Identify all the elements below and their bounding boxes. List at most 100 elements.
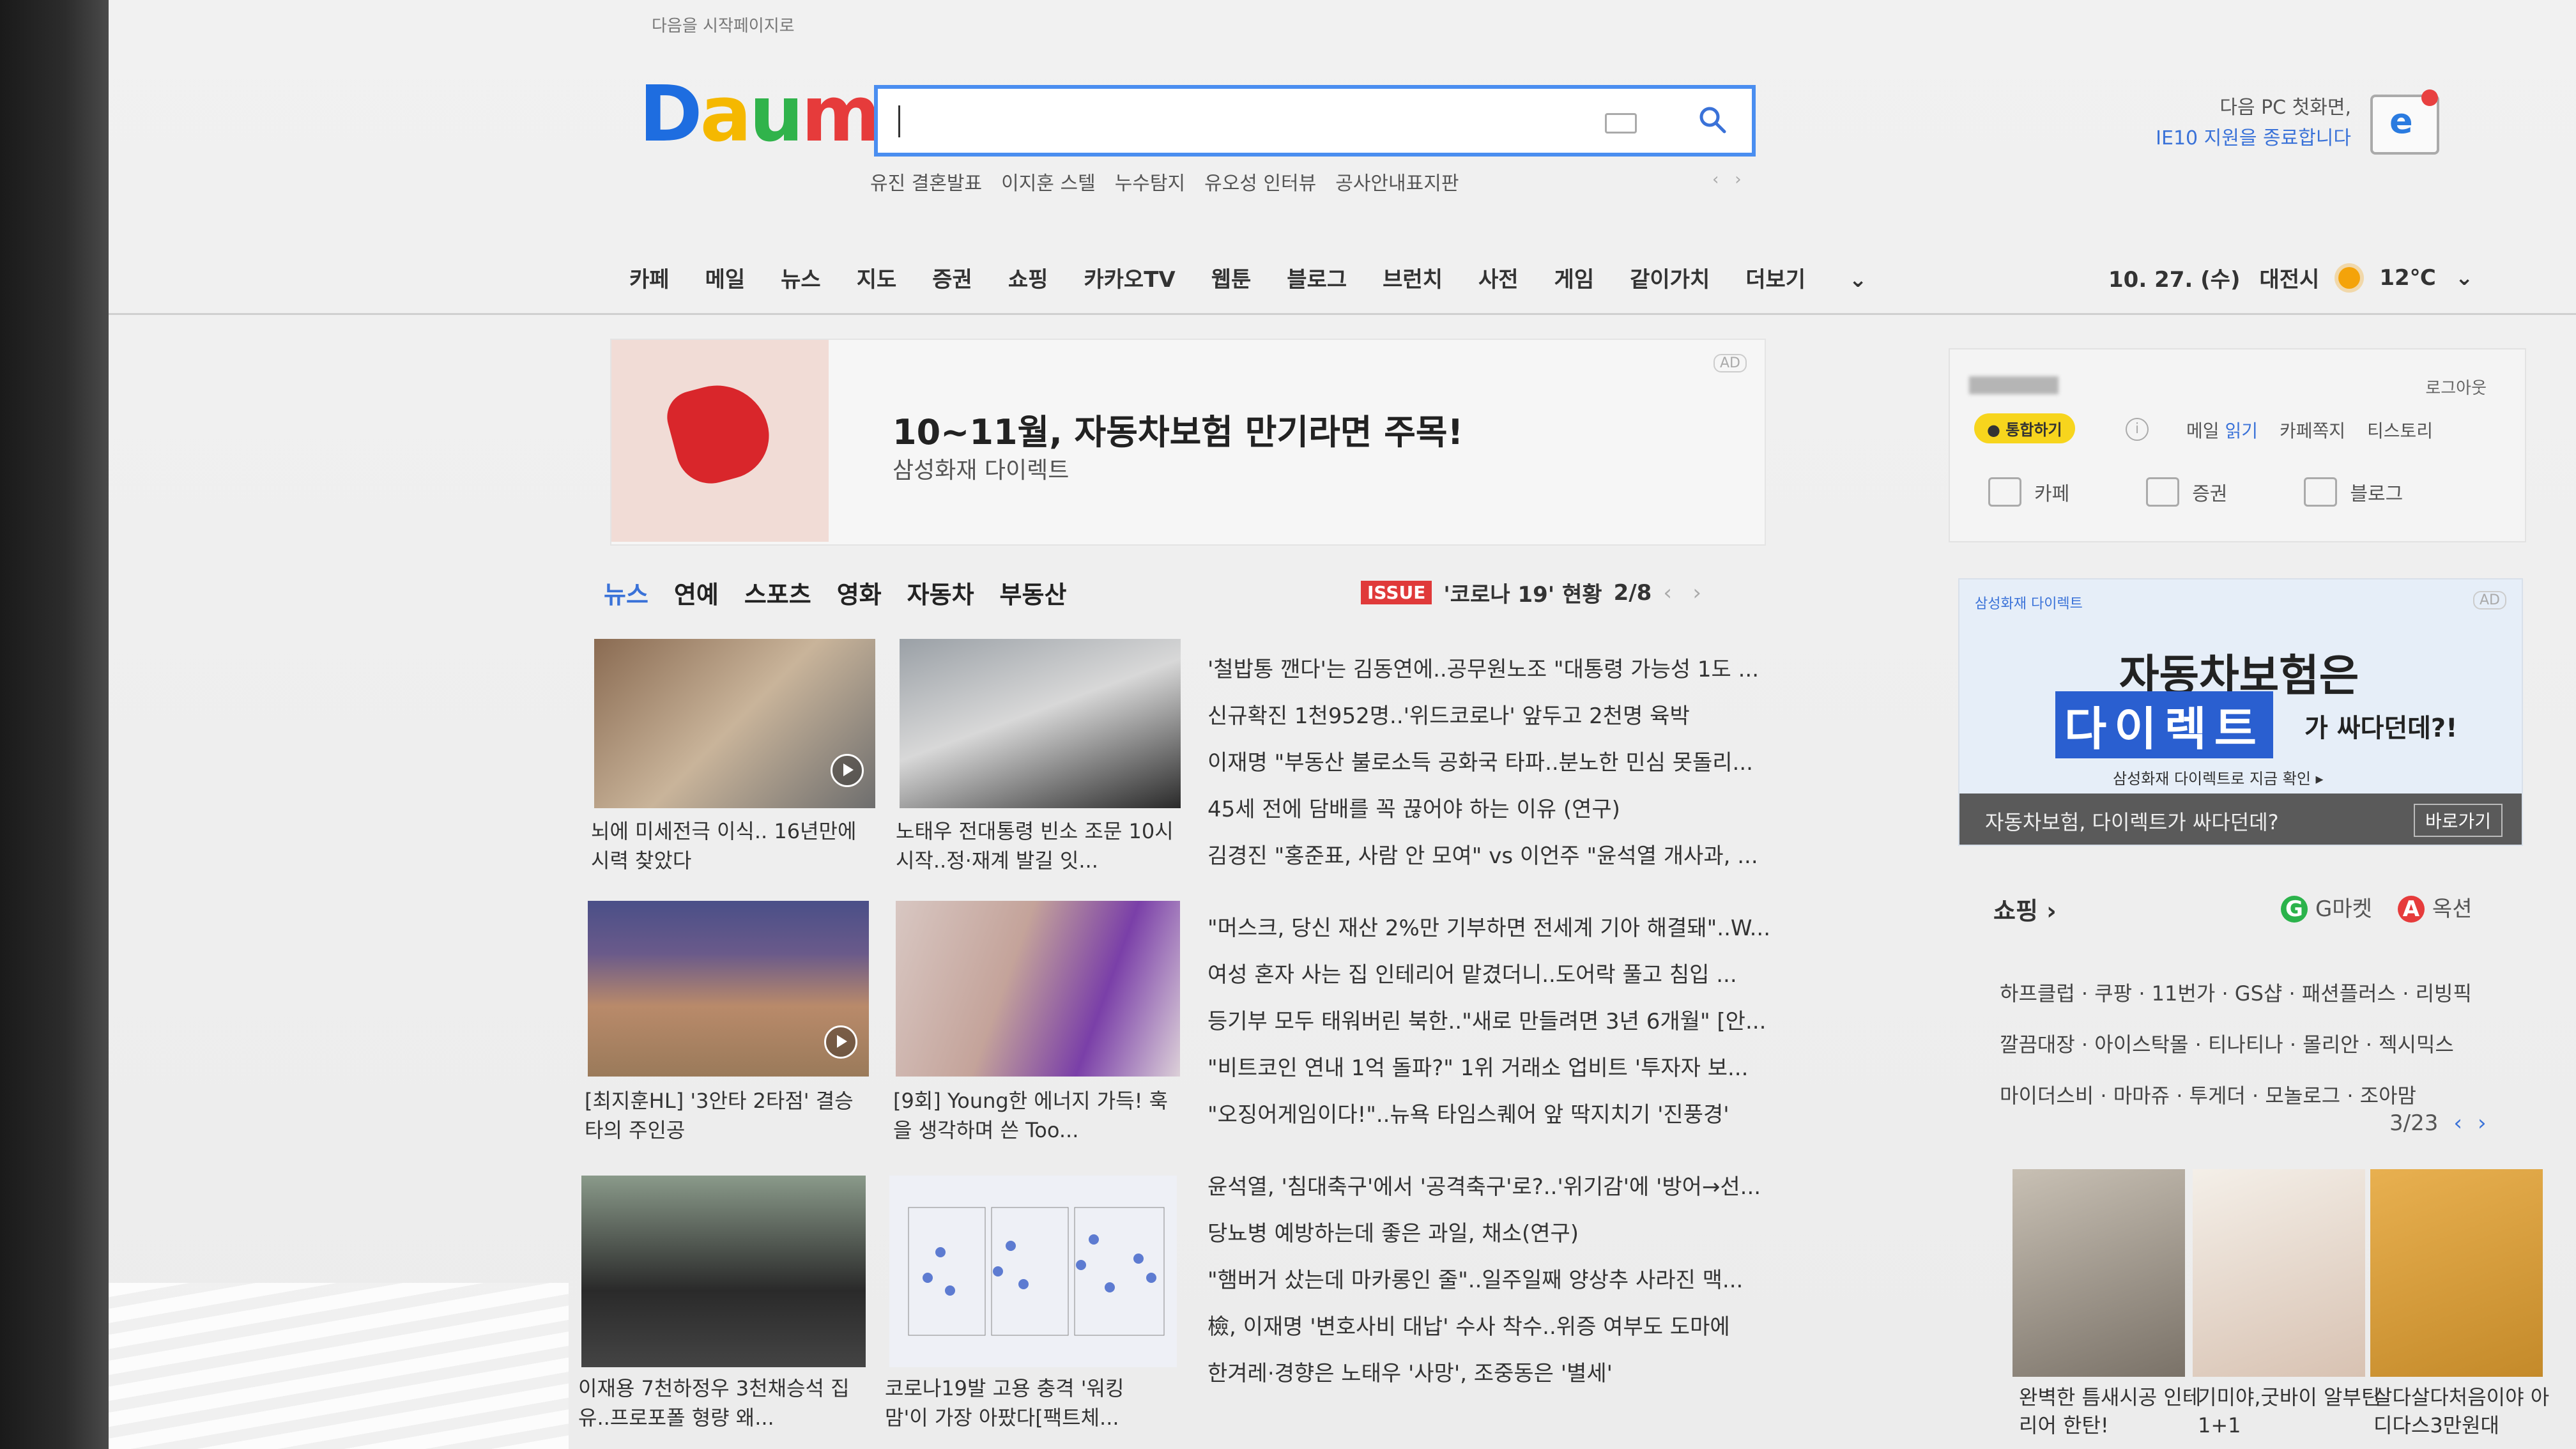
cafe-note-link[interactable]: 카페쪽지: [2280, 417, 2345, 443]
tab-news[interactable]: 뉴스: [604, 575, 648, 610]
gmarket-link[interactable]: G G마켓: [2281, 891, 2372, 923]
top-ad-banner[interactable]: 10~11월, 자동차보험 만기라면 주목! 삼성화재 다이렉트 AD: [610, 339, 1766, 546]
product-caption[interactable]: 살다살다처음이야 아디다스3만원대: [2373, 1383, 2565, 1439]
issue-text[interactable]: '코로나 19' 현황: [1443, 577, 1602, 608]
nav-item-together[interactable]: 같이가치: [1630, 262, 1710, 293]
nav-item-dictionary[interactable]: 사전: [1478, 262, 1519, 293]
news-caption[interactable]: 코로나19발 고용 충격 '워킹맘'이 가장 아팠다[팩트체...: [885, 1374, 1166, 1432]
ie-notice-line2[interactable]: IE10 지원을 종료합니다: [2032, 123, 2351, 154]
headline-item[interactable]: "햄버거 샀는데 마카롱인 줄"..일주일째 양상추 사라진 맥...: [1208, 1262, 1923, 1309]
news-thumbnail[interactable]: [896, 901, 1180, 1077]
headline-item[interactable]: 등기부 모두 태워버린 북한.."새로 만들려면 3년 6개월" [안...: [1208, 1004, 1923, 1050]
product-caption[interactable]: 완벽한 틈새시공 인테리어 한탄!: [2019, 1383, 2211, 1439]
trend-item[interactable]: 유오성 인터뷰: [1204, 167, 1316, 195]
shopping-pager: 3/23 ‹ ›: [2389, 1110, 2487, 1136]
ad-badge: AD: [2473, 591, 2506, 610]
news-thumbnail[interactable]: [588, 901, 869, 1077]
shortcut-cafe[interactable]: 카페: [1988, 477, 2069, 507]
nav-item-kakaotv[interactable]: 카카오TV: [1084, 262, 1175, 293]
issue-arrows[interactable]: ‹ ›: [1663, 580, 1701, 606]
integrate-button[interactable]: ● 통합하기: [1974, 413, 2075, 443]
news-caption[interactable]: 뇌에 미세전극 이식.. 16년만에 시력 찾았다: [591, 816, 872, 875]
product-caption[interactable]: 기미야,굿바이 알부틴 1+1: [2198, 1383, 2389, 1439]
headline-item[interactable]: 한겨레·경향은 노태우 '사망', 조중동은 '별세': [1208, 1356, 1923, 1402]
prev-arrow-icon[interactable]: ‹: [2453, 1110, 2462, 1136]
news-thumbnail[interactable]: [900, 639, 1181, 808]
nav-item-game[interactable]: 게임: [1554, 262, 1595, 293]
ad-go-button[interactable]: 바로가기: [2413, 804, 2503, 837]
tab-entertainment[interactable]: 연예: [674, 575, 719, 610]
keyboard-icon[interactable]: [1605, 113, 1637, 134]
headline-list: '철밥통 깬다'는 김동연에..공무원노조 "대통령 가능성 1도 ... 신규…: [1208, 652, 1923, 1402]
store-line[interactable]: 깔끔대장 · 아이스탁몰 · 티나티나 · 몰리안 · 젝시믹스: [2000, 1019, 2524, 1070]
ie-notice[interactable]: 다음 PC 첫화면, IE10 지원을 종료합니다: [2032, 93, 2351, 154]
shortcut-blog[interactable]: 블로그: [2304, 477, 2403, 507]
nav-item-brunch[interactable]: 브런치: [1383, 262, 1443, 293]
headline-item[interactable]: 당뇨병 예방하는데 좋은 과일, 채소(연구): [1208, 1216, 1923, 1262]
nav-item-news[interactable]: 뉴스: [781, 262, 821, 293]
trend-item[interactable]: 누수탐지: [1115, 167, 1185, 195]
headline-item[interactable]: 윤석열, '침대축구'에서 '공격축구'로?..'위기감'에 '방어→선...: [1208, 1169, 1923, 1216]
news-thumbnail[interactable]: [581, 1176, 866, 1367]
auction-link[interactable]: A 옥션: [2397, 891, 2472, 923]
nav-item-shopping[interactable]: 쇼핑: [1008, 262, 1048, 293]
nav-item-cafe[interactable]: 카페: [629, 262, 670, 293]
headline-item[interactable]: 여성 혼자 사는 집 인테리어 맡겼더니..도어락 풀고 침입 ...: [1208, 957, 1923, 1004]
nav-item-map[interactable]: 지도: [857, 262, 897, 293]
headline-item[interactable]: 신규확진 1천952명..'위드코로나' 앞두고 2천명 육박: [1208, 698, 1923, 745]
daum-logo[interactable]: Daum: [639, 77, 881, 153]
nav-item-mail[interactable]: 메일: [705, 262, 746, 293]
trend-item[interactable]: 유진 결혼발표: [870, 167, 982, 195]
headline-item[interactable]: 이재명 "부동산 불로소득 공화국 타파..분노한 민심 못돌리...: [1208, 745, 1923, 792]
issue-badge: ISSUE: [1361, 581, 1432, 604]
info-icon[interactable]: i: [2126, 418, 2149, 441]
headline-item[interactable]: "비트코인 연내 1억 돌파?" 1위 거래소 업비트 '투자자 보...: [1208, 1050, 1923, 1097]
chart-icon: [2146, 477, 2180, 507]
tab-sports[interactable]: 스포츠: [744, 575, 811, 610]
news-thumbnail[interactable]: [594, 639, 875, 808]
headline-item[interactable]: '철밥통 깬다'는 김동연에..공무원노조 "대통령 가능성 1도 ...: [1208, 652, 1923, 698]
trend-item[interactable]: 공사안내표지판: [1335, 167, 1459, 195]
shortcut-stock[interactable]: 증권: [2146, 477, 2227, 507]
news-caption[interactable]: [최지훈HL] '3안타 2타점' 결승타의 주인공: [585, 1086, 866, 1145]
search-icon[interactable]: [1698, 105, 1726, 134]
product-thumbnail[interactable]: [2012, 1169, 2185, 1377]
chevron-down-icon[interactable]: ⌄: [2455, 265, 2474, 291]
set-start-page-link[interactable]: 다음을 시작페이지로: [652, 13, 795, 36]
product-thumbnail[interactable]: [2370, 1169, 2543, 1377]
next-arrow-icon[interactable]: ›: [2478, 1110, 2487, 1136]
tab-movie[interactable]: 영화: [837, 575, 882, 610]
news-caption[interactable]: 이재용 7천하정우 3천채승석 집유..프로포폴 형량 왜...: [578, 1374, 859, 1432]
tistory-link[interactable]: 티스토리: [2367, 417, 2433, 443]
tab-car[interactable]: 자동차: [907, 575, 974, 610]
ad-thumbnail: [611, 340, 829, 542]
news-caption[interactable]: [9회] Young한 에너지 가득! 훅을 생각하며 쓴 Too...: [893, 1086, 1174, 1145]
issue-bar[interactable]: ISSUE '코로나 19' 현황 2/8 ‹ ›: [1361, 577, 1701, 608]
mail-link[interactable]: 메일 읽기: [2186, 417, 2258, 443]
play-icon: [824, 1025, 857, 1059]
news-caption[interactable]: 노태우 전대통령 빈소 조문 10시 시작..정·재계 발길 잇...: [896, 816, 1177, 875]
headline-item[interactable]: "머스크, 당신 재산 2%만 기부하면 전세계 기아 해결돼"..W...: [1208, 910, 1923, 957]
product-thumbnail[interactable]: [2193, 1169, 2365, 1377]
nav-item-blog[interactable]: 블로그: [1287, 262, 1347, 293]
ad-bottom-bar: 자동차보험, 다이렉트가 싸다던데? 바로가기: [1959, 793, 2522, 845]
trend-item[interactable]: 이지훈 스텔: [1001, 167, 1096, 195]
news-thumbnail[interactable]: [889, 1176, 1177, 1367]
tab-realestate[interactable]: 부동산: [1000, 575, 1067, 610]
search-input[interactable]: [874, 85, 1756, 157]
trend-arrows[interactable]: ‹ ›: [1712, 170, 1742, 189]
logout-button[interactable]: 로그아웃: [2425, 375, 2487, 399]
nav-item-webtoon[interactable]: 웹툰: [1211, 262, 1252, 293]
headline-item[interactable]: "오징어게임이다!"..뉴욕 타임스퀘어 앞 딱지치기 '진풍경': [1208, 1097, 1923, 1144]
headline-item[interactable]: 檢, 이재명 '변호사비 대납' 수사 착수..위증 여부도 도마에: [1208, 1309, 1923, 1356]
side-ad[interactable]: 삼성화재 다이렉트 AD 자동차보험은 다이렉트 가 싸다던데?! 삼성화재 다…: [1958, 578, 2523, 846]
issue-page: 2/8: [1613, 579, 1652, 606]
nav-item-stock[interactable]: 증권: [932, 262, 972, 293]
shopping-title[interactable]: 쇼핑 ›: [1993, 891, 2057, 926]
store-line[interactable]: 하프클럽 · 쿠팡 · 11번가 · GS샵 · 패션플러스 · 리빙픽: [2000, 968, 2524, 1019]
nav-item-more[interactable]: 더보기 ⌄: [1745, 262, 1867, 293]
ad-title[interactable]: 10~11월, 자동차보험 만기라면 주목!: [893, 404, 1463, 454]
headline-item[interactable]: 45세 전에 담배를 꼭 끊어야 하는 이유 (연구): [1208, 792, 1923, 838]
headline-item[interactable]: 김경진 "홍준표, 사람 안 모여" vs 이언주 "윤석열 개사과, ...: [1208, 838, 1923, 885]
weather-widget[interactable]: 10. 27. (수) 대전시 12℃ ⌄: [2108, 262, 2473, 293]
